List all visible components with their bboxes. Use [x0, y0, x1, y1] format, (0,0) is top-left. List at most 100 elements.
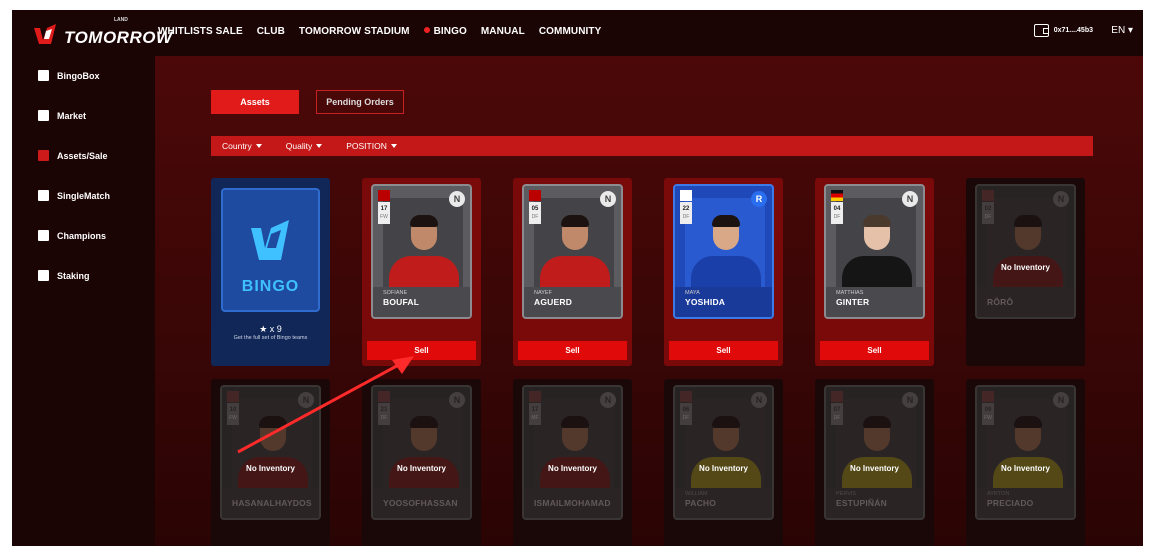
hair [561, 215, 589, 227]
filter-label: POSITION [346, 141, 387, 151]
card-position: DF [380, 415, 388, 421]
main-content: Assets Pending Orders Country Quality PO… [155, 56, 1143, 546]
hair [410, 215, 438, 227]
nav-manual[interactable]: MANUAL [481, 26, 525, 37]
name-band: MAYA YOSHIDA [675, 287, 772, 317]
card-plate: 06 DF N WILLIAM PACHO [673, 385, 774, 520]
player-portrait [389, 415, 459, 493]
card-plate: 09 FW N AYRTON PRECIADO [975, 385, 1076, 520]
sidebar-item-staking[interactable]: Staking [38, 270, 90, 281]
player-portrait [238, 415, 308, 493]
card-number: 21 [380, 407, 388, 413]
player-last-name: RÔRÔ [987, 297, 1014, 307]
flag-icon [831, 391, 843, 402]
player-last-name: ISMAILMOHAMAD [534, 498, 611, 508]
language-label: EN [1111, 25, 1126, 36]
player-first-name [987, 290, 1064, 297]
hair [259, 416, 287, 428]
sidebar-item-champions[interactable]: Champions [38, 230, 106, 241]
player-card[interactable]: 04 DF N MATTHIAS GINTER Sell [815, 178, 934, 366]
quality-badge: R [751, 191, 767, 207]
card-plate: 02 DF N RÔRÔ [975, 184, 1076, 319]
card-plate: 07 DF N PERVIS ESTUPIÑÁN [824, 385, 925, 520]
player-card[interactable]: 07 DF N PERVIS ESTUPIÑÁN No Inventory [815, 379, 934, 546]
card-number-tag: 07 DF [831, 403, 843, 425]
card-number-tag: 02 DF [982, 202, 994, 224]
no-inventory-label: No Inventory [850, 464, 899, 473]
flag-icon [982, 190, 994, 201]
tab-pending-orders[interactable]: Pending Orders [316, 90, 404, 114]
hair [712, 215, 740, 227]
quality-badge: N [751, 392, 767, 408]
wallet-button[interactable]: 0x71....45b3 [1033, 24, 1093, 37]
sidebar-item-assets-sale[interactable]: Assets/Sale [38, 150, 108, 161]
sell-button[interactable]: Sell [669, 341, 778, 360]
sell-button[interactable]: Sell [518, 341, 627, 360]
flag-icon [529, 190, 541, 201]
player-card[interactable]: 05 DF N NAYEF AGUERD Sell [513, 178, 632, 366]
player-first-name: MAYA [685, 290, 700, 296]
quality-badge: N [902, 392, 918, 408]
tomorrow-logo-icon [34, 24, 56, 44]
player-last-name: YOSHIDA [685, 297, 726, 307]
nav-bingo[interactable]: BINGO [423, 26, 467, 37]
flag-icon [378, 190, 390, 201]
caret-down-icon [255, 144, 262, 148]
nav-tomorrow-stadium[interactable]: TOMORROW STADIUM [299, 26, 410, 37]
card-plate: 22 DF R MAYA YOSHIDA [673, 184, 774, 319]
nav-whitlists-sale[interactable]: WHITLISTS SALE [158, 26, 243, 37]
hair [863, 416, 891, 428]
card-plate: 04 DF N MATTHIAS GINTER [824, 184, 925, 319]
player-card[interactable]: 02 DF N RÔRÔ No Inventory [966, 178, 1085, 366]
card-number-tag: 17 FW [378, 202, 390, 224]
sell-button[interactable]: Sell [820, 341, 929, 360]
hair [863, 215, 891, 227]
player-portrait [389, 214, 459, 292]
player-first-name [232, 491, 309, 498]
filter-quality[interactable]: Quality [286, 141, 323, 151]
sell-button[interactable]: Sell [367, 341, 476, 360]
name-band: YOOSOFHASSAN [373, 488, 470, 518]
language-selector[interactable]: EN ▾ [1111, 25, 1133, 36]
sidebar-item-market[interactable]: Market [38, 110, 86, 121]
card-number: 06 [682, 407, 690, 413]
player-portrait [691, 214, 761, 292]
bingo-card-frame: BINGO [221, 188, 320, 312]
player-card[interactable]: 22 DF R MAYA YOSHIDA Sell [664, 178, 783, 366]
player-last-name: PACHO [685, 498, 717, 508]
card-number: 09 [984, 407, 992, 413]
brand-logo[interactable]: TOMORROW LAND [32, 17, 173, 48]
player-card[interactable]: 17 FW N SOFIANE BOUFAL Sell [362, 178, 481, 366]
tab-assets[interactable]: Assets [211, 90, 299, 114]
nav-community[interactable]: COMMUNITY [539, 26, 602, 37]
flag-icon [680, 190, 692, 201]
player-card[interactable]: 10 FW N HASANALHAYDOS No Inventory [211, 379, 330, 546]
player-first-name: NAYEF [534, 290, 552, 296]
card-number-tag: 05 DF [529, 202, 541, 224]
filter-position[interactable]: POSITION [346, 141, 397, 151]
player-card[interactable]: 06 DF N WILLIAM PACHO No Inventory [664, 379, 783, 546]
card-position: FW [380, 214, 388, 220]
player-last-name: ESTUPIÑÁN [836, 498, 887, 508]
hair [1014, 215, 1042, 227]
nav-club[interactable]: CLUB [257, 26, 285, 37]
filter-country[interactable]: Country [222, 141, 262, 151]
bingo-card[interactable]: BINGO ★ x 9 Get the full set of Bingo te… [211, 178, 330, 366]
card-position: DF [682, 415, 690, 421]
match-icon [38, 190, 49, 201]
name-band: WILLIAM PACHO [675, 488, 772, 518]
player-card[interactable]: 21 DF N YOOSOFHASSAN No Inventory [362, 379, 481, 546]
quality-badge: N [600, 392, 616, 408]
card-number-tag: 09 FW [982, 403, 994, 425]
sidebar-item-singlematch[interactable]: SingleMatch [38, 190, 110, 201]
flag-icon [378, 391, 390, 402]
nav-bingo-label: BINGO [433, 26, 467, 37]
sidebar-item-label: BingoBox [57, 70, 100, 81]
name-band: SOFIANE BOUFAL [373, 287, 470, 317]
sidebar-item-bingobox[interactable]: BingoBox [38, 70, 100, 81]
bingo-logo-icon [251, 220, 289, 260]
player-card[interactable]: 09 FW N AYRTON PRECIADO No Inventory [966, 379, 1085, 546]
player-card[interactable]: 17 MF N ISMAILMOHAMAD No Inventory [513, 379, 632, 546]
name-band: MATTHIAS GINTER [826, 287, 923, 317]
sidebar-item-label: Champions [57, 230, 107, 241]
